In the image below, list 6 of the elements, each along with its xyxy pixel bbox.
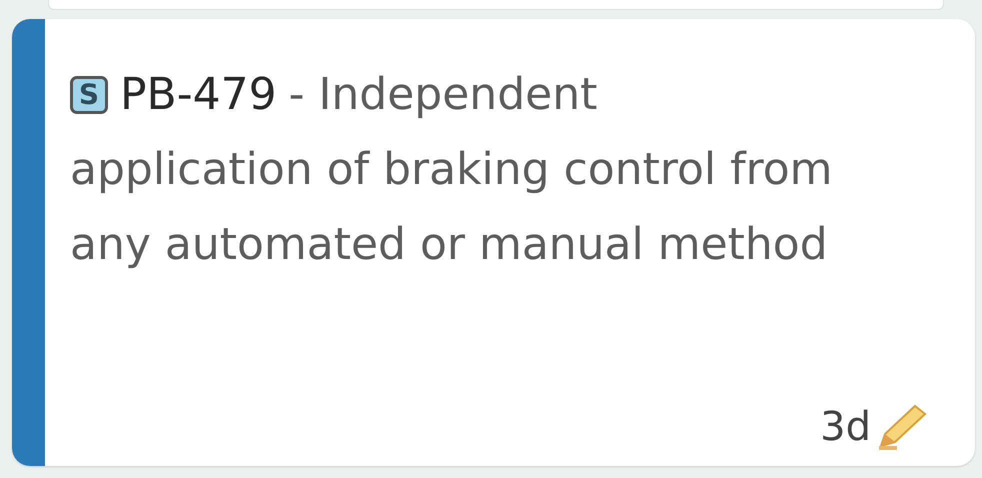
issue-summary: application of braking control from any automated or manual method bbox=[70, 143, 834, 272]
issue-summary: - Independent bbox=[288, 68, 598, 122]
issue-key: PB-479 bbox=[120, 57, 277, 132]
issue-card[interactable]: S PB-479 - Independent application of braking control from any automated or manual method 3d bbox=[12, 19, 975, 466]
age-text: 3d bbox=[820, 404, 871, 450]
story-icon: S bbox=[70, 76, 108, 114]
